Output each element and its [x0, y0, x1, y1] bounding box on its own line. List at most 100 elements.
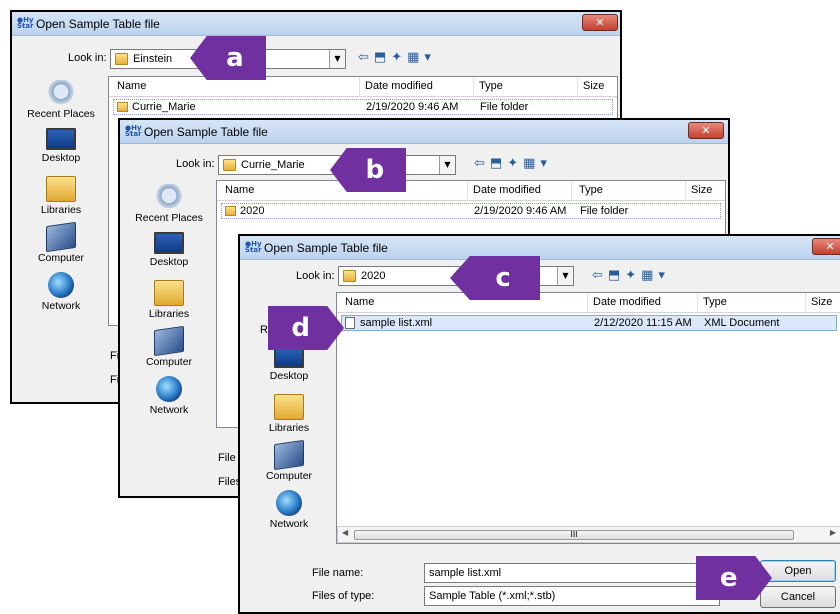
new-folder-icon[interactable]: ✦ [625, 268, 641, 283]
file-list[interactable]: Name Date modified Type Size sample list… [336, 292, 840, 544]
chevron-down-icon[interactable]: ▼ [329, 50, 345, 68]
look-in-label: Look in: [68, 52, 107, 64]
chevron-down-icon[interactable]: ▼ [557, 267, 573, 285]
place-recent-places[interactable]: Recent Places [126, 184, 212, 224]
place-libraries[interactable]: Libraries [126, 280, 212, 320]
view-menu-icon[interactable]: ▦▾ [641, 268, 670, 283]
scroll-thumb[interactable]: III [354, 530, 794, 540]
xml-file-icon [345, 317, 355, 329]
callout-letter: c [495, 263, 511, 293]
place-label: Computer [145, 356, 193, 368]
callout-letter: d [291, 313, 310, 343]
item-date: 2/19/2020 9:46 AM [474, 205, 567, 217]
place-label: Network [41, 300, 81, 312]
column-header: Name Date modified Type Size [109, 77, 617, 97]
place-computer[interactable]: Computer [246, 439, 332, 482]
view-menu-icon[interactable]: ▦▾ [407, 50, 436, 65]
place-network[interactable]: Network [246, 490, 332, 530]
place-computer[interactable]: Computer [126, 325, 212, 368]
files-of-type-label: Files of type: [312, 590, 375, 602]
desktop-icon [46, 128, 76, 150]
title-bar: ●Hy Star Open Sample Table file ✕ [240, 236, 840, 260]
item-name: sample list.xml [360, 317, 433, 329]
place-network[interactable]: Network [18, 272, 104, 312]
place-desktop[interactable]: Desktop [126, 232, 212, 268]
look-in-label: Look in: [176, 158, 215, 170]
computer-icon [46, 221, 76, 253]
folder-icon [343, 270, 356, 282]
scroll-left-icon[interactable]: ◀ [342, 528, 348, 537]
col-name[interactable]: Name [117, 80, 146, 92]
libraries-icon [46, 176, 76, 202]
place-label: Recent Places [27, 108, 95, 120]
view-menu-icon[interactable]: ▦▾ [523, 156, 552, 171]
place-label: Libraries [268, 422, 310, 434]
place-network[interactable]: Network [126, 376, 212, 416]
close-button[interactable]: ✕ [582, 14, 618, 31]
col-name[interactable]: Name [345, 296, 374, 308]
item-name: Currie_Marie [132, 101, 196, 113]
look-in-value: Einstein [133, 53, 173, 65]
hystar-app-icon: ●Hy Star [17, 16, 34, 30]
title-bar: ●Hy Star Open Sample Table file ✕ [12, 12, 620, 36]
column-header: Name Date modified Type Size [337, 293, 840, 313]
col-type[interactable]: Type [579, 184, 603, 196]
new-folder-icon[interactable]: ✦ [507, 156, 523, 171]
item-date: 2/19/2020 9:46 AM [366, 101, 459, 113]
up-folder-icon[interactable]: ⬒ [608, 268, 625, 283]
item-type: File folder [480, 101, 529, 113]
toolbar: ⇦⬒✦▦▾ [358, 50, 436, 68]
look-in-label: Look in: [296, 270, 335, 282]
folder-icon [117, 102, 128, 112]
item-name: 2020 [240, 205, 265, 217]
recent-places-icon [154, 184, 184, 210]
place-libraries[interactable]: Libraries [18, 176, 104, 216]
list-item[interactable]: 2020 2/19/2020 9:46 AM File folder [221, 203, 721, 219]
file-name-input[interactable]: sample list.xml [424, 563, 720, 583]
up-folder-icon[interactable]: ⬒ [374, 50, 391, 65]
cancel-button[interactable]: Cancel [760, 586, 836, 608]
places-bar: Recent Places Desktop Libraries Computer… [126, 180, 212, 420]
col-size[interactable]: Size [691, 184, 712, 196]
chevron-down-icon[interactable]: ▼ [439, 156, 455, 174]
files-of-type-select[interactable]: Sample Table (*.xml;*.stb) [424, 586, 720, 606]
col-size[interactable]: Size [583, 80, 604, 92]
place-recent-places[interactable]: Recent Places [18, 80, 104, 120]
place-desktop[interactable]: Desktop [18, 128, 104, 164]
callout-letter: a [226, 43, 244, 73]
computer-icon [274, 439, 304, 471]
folder-icon [223, 159, 236, 171]
place-label: Desktop [41, 152, 81, 164]
place-desktop[interactable]: Desktop [246, 346, 332, 382]
scroll-right-icon[interactable]: ▶ [830, 528, 836, 537]
list-item-selected[interactable]: sample list.xml 2/12/2020 11:15 AM XML D… [341, 315, 837, 331]
col-date-modified[interactable]: Date modified [593, 296, 661, 308]
folder-icon [225, 206, 236, 216]
back-icon[interactable]: ⇦ [358, 50, 374, 65]
places-bar: Recent Places Desktop Libraries Computer… [18, 76, 104, 316]
look-in-value: Currie_Marie [241, 159, 305, 171]
folder-icon [115, 53, 128, 65]
new-folder-icon[interactable]: ✦ [391, 50, 407, 65]
close-button[interactable]: ✕ [688, 122, 724, 139]
back-icon[interactable]: ⇦ [474, 156, 490, 171]
col-date-modified[interactable]: Date modified [365, 80, 433, 92]
col-type[interactable]: Type [479, 80, 503, 92]
list-item[interactable]: Currie_Marie 2/19/2020 9:46 AM File fold… [113, 99, 613, 115]
place-libraries[interactable]: Libraries [246, 394, 332, 434]
col-type[interactable]: Type [703, 296, 727, 308]
callout-letter: b [365, 155, 385, 185]
close-button[interactable]: ✕ [812, 238, 840, 255]
place-computer[interactable]: Computer [18, 221, 104, 264]
place-label: Recent Places [135, 212, 203, 224]
back-icon[interactable]: ⇦ [592, 268, 608, 283]
col-size[interactable]: Size [811, 296, 832, 308]
look-in-value: 2020 [361, 270, 386, 282]
toolbar: ⇦⬒✦▦▾ [592, 268, 670, 286]
col-name[interactable]: Name [225, 184, 254, 196]
libraries-icon [154, 280, 184, 306]
title-bar: ●Hy Star Open Sample Table file ✕ [120, 120, 728, 144]
horizontal-scrollbar[interactable]: ◀ III ▶ [337, 526, 840, 543]
col-date-modified[interactable]: Date modified [473, 184, 541, 196]
up-folder-icon[interactable]: ⬒ [490, 156, 507, 171]
